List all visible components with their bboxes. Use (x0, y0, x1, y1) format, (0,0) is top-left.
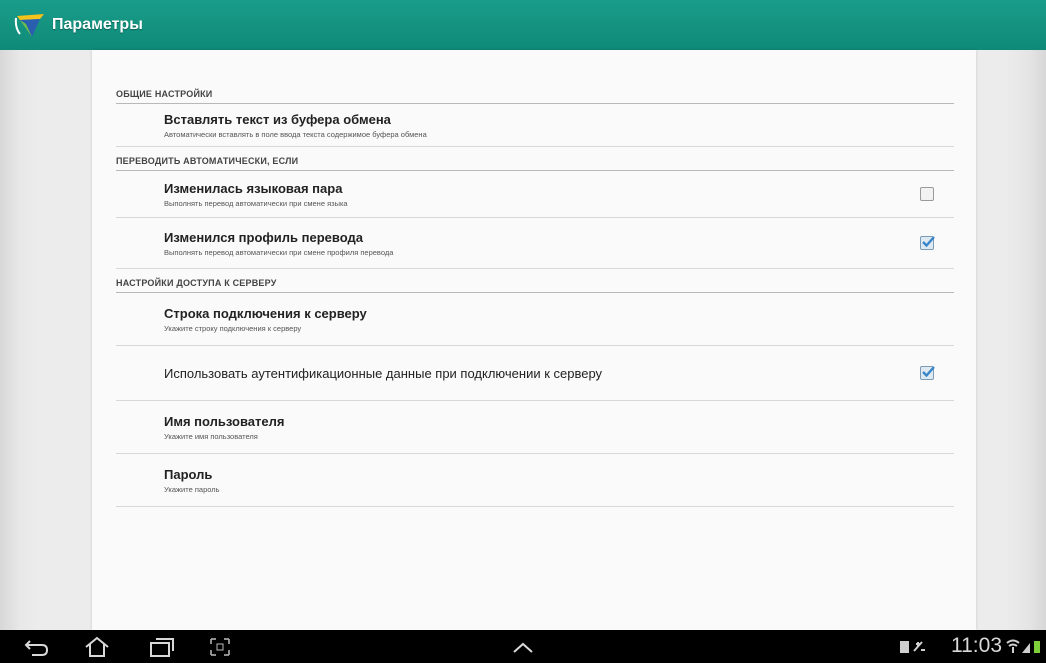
pref-title: Имя пользователя (164, 413, 285, 429)
pref-title: Строка подключения к серверу (164, 305, 367, 321)
section-header-auto-translate: ПЕРЕВОДИТЬ АВТОМАТИЧЕСКИ, ЕСЛИ (116, 147, 954, 171)
sd-card-icon (900, 641, 909, 653)
pref-title: Вставлять текст из буфера обмена (164, 111, 391, 127)
preferences-list: ОБЩИЕ НАСТРОЙКИ Вставлять текст из буфер… (116, 80, 954, 507)
pref-language-pair-changed[interactable]: Изменилась языковая пара Выполнять перев… (116, 171, 954, 218)
notification-icons (898, 636, 934, 658)
page-title: Параметры (52, 16, 143, 33)
back-icon[interactable] (22, 636, 52, 658)
section-header-server-access: НАСТРОЙКИ ДОСТУПА К СЕРВЕРУ (116, 269, 954, 293)
home-icon[interactable] (82, 636, 112, 658)
app-logo-icon[interactable] (14, 8, 48, 42)
pref-password[interactable]: Пароль Укажите пароль (116, 454, 954, 507)
use-auth-checkbox[interactable] (920, 366, 935, 380)
pref-server-connection-string[interactable]: Строка подключения к серверу Укажите стр… (116, 293, 954, 346)
settings-panel: ОБЩИЕ НАСТРОЙКИ Вставлять текст из буфер… (92, 50, 976, 630)
pref-summary: Выполнять перевод автоматически при смен… (164, 247, 394, 257)
pref-title: Изменился профиль перевода (164, 229, 363, 245)
chevron-up-icon[interactable] (508, 636, 538, 658)
pref-profile-changed[interactable]: Изменился профиль перевода Выполнять пер… (116, 218, 954, 269)
pref-summary: Укажите пароль (164, 484, 220, 494)
pref-title: Пароль (164, 466, 213, 482)
pref-summary: Укажите строку подключения к серверу (164, 323, 302, 333)
recent-apps-icon[interactable] (148, 636, 176, 658)
checkmark-icon (922, 366, 935, 378)
system-nav-bar: 11:03 (0, 630, 1046, 663)
pref-title: Использовать аутентификационные данные п… (164, 365, 603, 381)
pref-summary: Укажите имя пользователя (164, 431, 258, 441)
app-bar: Параметры (0, 0, 1046, 50)
screenshot-icon[interactable] (208, 636, 232, 658)
settings-content: ОБЩИЕ НАСТРОЙКИ Вставлять текст из буфер… (0, 50, 1046, 630)
status-clock: 11:03 (951, 634, 1002, 657)
checkmark-icon (922, 236, 935, 248)
pref-paste-clipboard[interactable]: Вставлять текст из буфера обмена Автомат… (116, 104, 954, 147)
pref-summary: Автоматически вставлять в поле ввода тек… (164, 129, 427, 139)
wifi-signal-icon (1004, 636, 1044, 658)
pref-username[interactable]: Имя пользователя Укажите имя пользовател… (116, 401, 954, 454)
pref-use-auth-data[interactable]: Использовать аутентификационные данные п… (116, 346, 954, 401)
language-pair-checkbox[interactable] (920, 187, 934, 201)
profile-changed-checkbox[interactable] (920, 236, 935, 250)
section-header-general: ОБЩИЕ НАСТРОЙКИ (116, 80, 954, 104)
pref-summary: Выполнять перевод автоматически при смен… (164, 198, 348, 208)
pref-title: Изменилась языковая пара (164, 180, 343, 196)
